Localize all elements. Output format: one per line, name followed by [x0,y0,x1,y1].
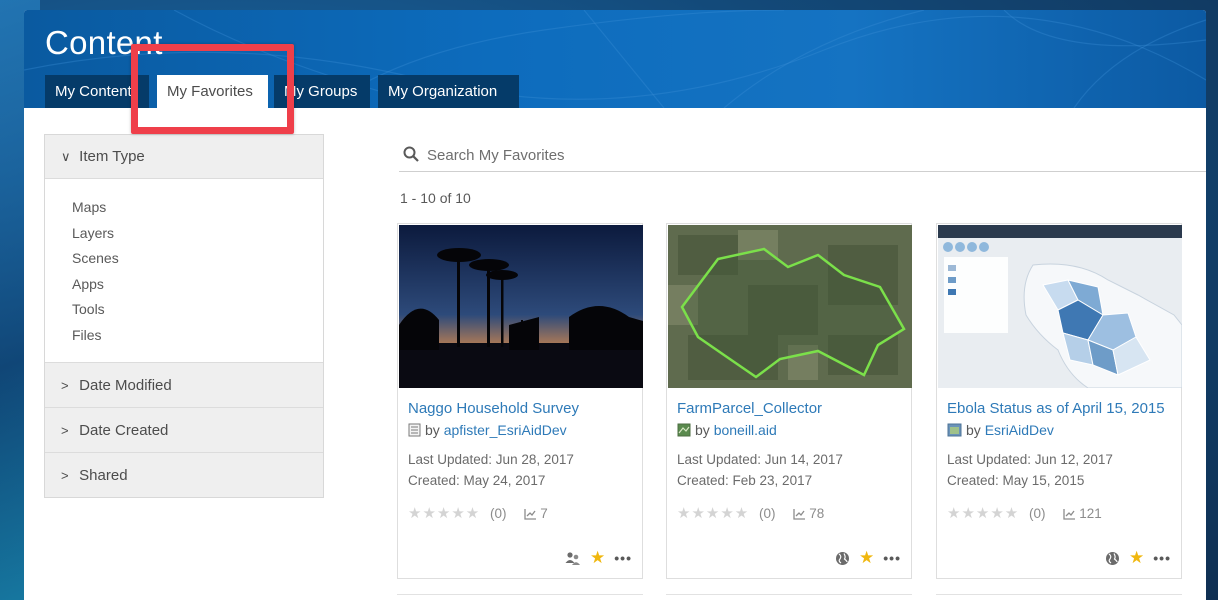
tab-my-groups[interactable]: My Groups [274,75,370,108]
chevron-down-icon: ∨ [61,149,71,164]
shared-users-icon [565,551,581,565]
page-title: Content [45,24,163,61]
view-count-value: 7 [540,506,548,521]
filter-date-created-label: Date Created [79,422,169,439]
created-date: Created: May 15, 2015 [947,473,1085,488]
last-updated: Last Updated: Jun 12, 2017 [947,452,1113,467]
rating-row: ★★★★★ (0) 121 [947,504,1102,522]
choropleth-map-image [938,225,1182,388]
rating-stars[interactable]: ★★★★★ [947,505,1019,522]
created-date: Created: May 24, 2017 [408,473,546,488]
item-card: FarmParcel_Collector by boneill.aid Last… [666,223,912,579]
form-icon [408,423,421,437]
item-type-apps[interactable]: Apps [72,272,323,298]
item-type-maps[interactable]: Maps [72,195,323,221]
more-options-icon[interactable]: ••• [1153,550,1171,566]
item-title[interactable]: Naggo Household Survey [408,400,579,417]
rating-stars[interactable]: ★★★★★ [408,505,480,522]
item-owner-line: by apfister_EsriAidDev [408,422,567,438]
owner-by: by [966,422,981,438]
filter-date-modified[interactable]: > Date Modified [45,362,323,407]
views-chart-icon [524,509,537,520]
next-card-edge [936,594,1182,600]
rating-row: ★★★★★ (0) 7 [408,504,548,522]
view-count: 121 [1063,506,1102,521]
rating-count: (0) [1029,506,1046,521]
owner-by: by [425,422,440,438]
globe-icon [836,551,850,565]
item-title[interactable]: Ebola Status as of April 15, 2015 [947,400,1165,417]
created-date: Created: Feb 23, 2017 [677,473,813,488]
tab-my-organization[interactable]: My Organization [378,75,519,108]
item-card: Naggo Household Survey by apfister_EsriA… [397,223,643,579]
rating-count: (0) [490,506,507,521]
search-icon [403,146,419,162]
last-updated: Last Updated: Jun 28, 2017 [408,452,574,467]
owner-by: by [695,422,710,438]
item-type-scenes[interactable]: Scenes [72,246,323,272]
card-actions: ★ ••• [565,549,632,566]
item-owner-line: by boneill.aid [677,422,777,438]
card-actions: ★ ••• [835,549,901,566]
item-title[interactable]: FarmParcel_Collector [677,400,822,417]
globe-icon [1106,551,1120,565]
content-page: Content My Content My Favorites My Group… [24,10,1206,600]
chevron-right-icon: > [61,468,69,483]
more-options-icon[interactable]: ••• [883,550,901,566]
card-actions: ★ ••• [1105,549,1171,566]
tab-my-favorites[interactable]: My Favorites [157,75,268,108]
item-thumbnail[interactable] [938,225,1182,388]
rating-row: ★★★★★ (0) 78 [677,504,824,522]
web-app-icon [947,423,962,437]
views-chart-icon [1063,509,1076,520]
rating-stars[interactable]: ★★★★★ [677,505,749,522]
map-icon [677,423,691,437]
search-input[interactable] [427,142,1187,168]
item-type-list: Maps Layers Scenes Apps Tools Files [45,179,323,362]
filter-item-type-label: Item Type [79,148,145,165]
chevron-right-icon: > [61,378,69,393]
rating-count: (0) [759,506,776,521]
item-thumbnail[interactable] [399,225,643,388]
item-thumbnail[interactable] [668,225,912,388]
palm-trees-sunset-image [399,225,643,388]
next-card-edge [666,594,912,600]
chevron-right-icon: > [61,423,69,438]
filter-item-type-header[interactable]: ∨ Item Type [45,135,323,179]
next-card-edge [397,594,643,600]
item-type-files[interactable]: Files [72,323,323,349]
view-count: 78 [793,506,824,521]
item-type-tools[interactable]: Tools [72,297,323,323]
tab-my-content[interactable]: My Content [45,75,149,108]
favorite-star-icon[interactable]: ★ [590,549,605,566]
view-count: 7 [524,506,548,521]
filter-shared[interactable]: > Shared [45,452,323,497]
owner-link[interactable]: EsriAidDev [985,422,1054,438]
item-card: Ebola Status as of April 15, 2015 by Esr… [936,223,1182,579]
filter-shared-label: Shared [79,467,128,484]
last-updated: Last Updated: Jun 14, 2017 [677,452,843,467]
page-header: Content My Content My Favorites My Group… [24,10,1206,108]
item-type-layers[interactable]: Layers [72,221,323,247]
filter-date-modified-label: Date Modified [79,377,172,394]
favorite-star-icon[interactable]: ★ [1129,549,1144,566]
view-count-value: 78 [809,506,825,521]
search-bar [399,138,1206,172]
views-chart-icon [793,509,806,520]
more-options-icon[interactable]: ••• [614,550,632,566]
owner-link[interactable]: apfister_EsriAidDev [444,422,567,438]
favorite-star-icon[interactable]: ★ [859,549,874,566]
result-count: 1 - 10 of 10 [400,190,471,206]
item-owner-line: by EsriAidDev [947,422,1054,438]
aerial-parcel-image [668,225,912,388]
filter-date-created[interactable]: > Date Created [45,407,323,452]
owner-link[interactable]: boneill.aid [714,422,777,438]
view-count-value: 121 [1079,506,1102,521]
filter-sidebar: ∨ Item Type Maps Layers Scenes Apps Tool… [44,134,324,498]
